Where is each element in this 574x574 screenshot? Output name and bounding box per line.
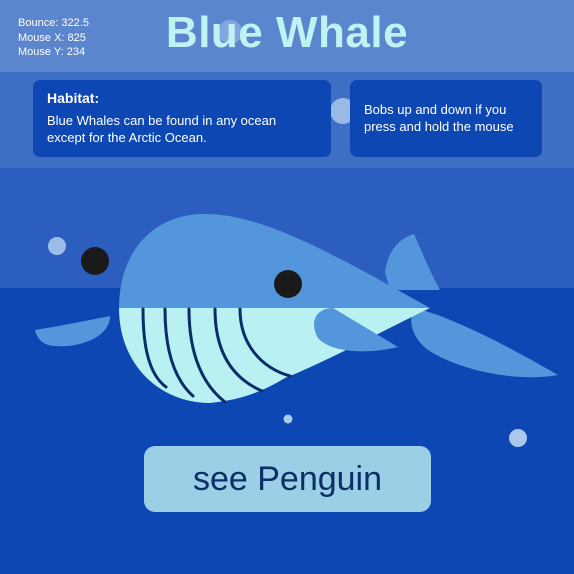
whale-left-fin xyxy=(35,316,110,347)
bubble xyxy=(509,429,527,447)
see-penguin-button[interactable]: see Penguin xyxy=(144,446,431,512)
bubble xyxy=(283,414,293,424)
tip-text: Bobs up and down if you press and hold t… xyxy=(364,102,514,134)
habitat-text: Blue Whales can be found in any ocean ex… xyxy=(47,113,277,145)
bubble xyxy=(48,237,66,255)
habitat-heading: Habitat: xyxy=(47,90,100,106)
whale-dorsal-fin xyxy=(385,234,440,290)
habitat-card: Habitat: Blue Whales can be found in any… xyxy=(33,80,331,157)
whale-tail xyxy=(411,308,558,378)
page-title: Blue Whale xyxy=(165,8,409,57)
tip-card: Bobs up and down if you press and hold t… xyxy=(350,80,542,157)
whale-eye-icon xyxy=(274,270,302,298)
eye-icon xyxy=(81,247,109,275)
whale-body xyxy=(119,214,430,308)
